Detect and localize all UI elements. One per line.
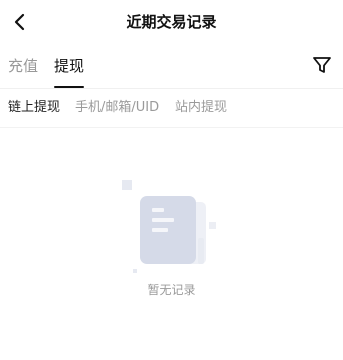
tab-deposit[interactable]: 充值 (8, 56, 38, 76)
subtab-internal-withdraw[interactable]: 站内提现 (175, 99, 227, 117)
page-title: 近期交易记录 (126, 13, 217, 31)
tabs-divider (0, 88, 343, 89)
subtab-phone-email-uid[interactable]: 手机/邮箱/UID (75, 99, 159, 117)
tab-withdraw[interactable]: 提现 (54, 56, 84, 76)
empty-state-text: 暂无记录 (147, 283, 196, 297)
header-bar: 近期交易记录 (0, 0, 343, 44)
subtabs-divider (0, 127, 343, 128)
filter-icon (313, 57, 331, 73)
subtab-onchain-withdraw[interactable]: 链上提现 (8, 99, 60, 117)
withdraw-type-tabs: 链上提现 手机/邮箱/UID 站内提现 (0, 94, 343, 124)
document-empty-icon (122, 180, 216, 273)
empty-state-illustration (118, 176, 220, 276)
tab-bar: 充值 提现 (0, 50, 343, 88)
filter-button[interactable] (311, 54, 333, 76)
